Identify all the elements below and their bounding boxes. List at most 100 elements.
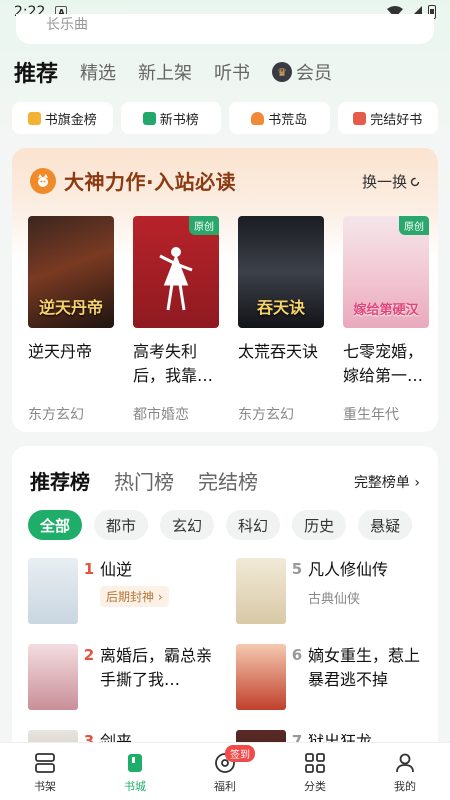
book-cover [28, 644, 78, 710]
chip-urban[interactable]: 都市 [94, 510, 149, 540]
book-title: 七零宠婚，嫁给第一… [343, 342, 424, 385]
promo-book[interactable]: 逆天丹帝 逆天丹帝 东方玄幻 [28, 216, 114, 424]
rank-title: 离婚后，霸总亲手撕了我… [100, 646, 213, 689]
promo-book[interactable]: 吞天诀 太荒吞天诀 东方玄幻 [238, 216, 324, 424]
quick-link-book-island[interactable]: 书荒岛 [229, 102, 330, 134]
rank-number: 1 [83, 560, 95, 578]
chip-all[interactable]: 全部 [28, 510, 83, 540]
cover-text: 逆天丹帝 [38, 298, 103, 317]
book-cover: 嫁给第硬汉 原创 [343, 216, 429, 328]
sign-in-badge[interactable]: 签到 [225, 745, 255, 762]
rank-item[interactable]: 6 嫡女重生，惹上暴君逃不掉 [236, 644, 428, 710]
quick-link-gold-rank[interactable]: 书旗金榜 [12, 102, 113, 134]
category-chips: 全部 都市 玄幻 科幻 历史 悬疑 [28, 510, 413, 540]
refresh-button[interactable]: 换一换 [362, 171, 420, 192]
refresh-icon [410, 177, 420, 186]
promo-card: 大神力作·入站必读 换一换 逆天丹帝 逆天丹帝 东方玄幻 原创 高考失利后，我靠… [12, 148, 438, 432]
chip-fantasy[interactable]: 玄幻 [160, 510, 215, 540]
nav-label: 我的 [394, 780, 416, 793]
book-title: 高考失利后，我靠… [133, 342, 214, 385]
book-genre: 重生年代 [343, 407, 399, 423]
tab-label: 会员 [296, 63, 333, 84]
tab-recommend[interactable]: 推荐 [14, 56, 58, 88]
finished-book-icon [353, 111, 367, 125]
bookshelf-icon [35, 753, 55, 773]
rank-item[interactable]: 1 仙逆 后期封神 › [28, 558, 220, 624]
promo-book[interactable]: 嫁给第硬汉 原创 七零宠婚，嫁给第一… 重生年代 [343, 216, 429, 424]
quick-link-label: 书荒岛 [268, 112, 308, 128]
tab-hot-rank[interactable]: 热门榜 [114, 466, 174, 495]
book-cover: 逆天丹帝 [28, 216, 114, 328]
rank-info: 仙逆 后期封神 › [100, 558, 216, 624]
cover-text: 吞天诀 [256, 298, 305, 317]
quick-link-label: 完结好书 [370, 112, 423, 128]
search-placeholder: 长乐曲 [46, 17, 88, 33]
vip-crown-icon: ♛ [272, 62, 293, 82]
book-cover [28, 558, 78, 624]
tab-audiobooks[interactable]: 听书 [214, 59, 250, 85]
promo-header: 大神力作·入站必读 [30, 166, 236, 195]
book-genre: 东方玄幻 [238, 407, 294, 423]
nav-label: 福利 [214, 780, 236, 793]
quick-link-label: 书旗金榜 [44, 112, 97, 128]
nav-welfare[interactable]: 签到 福利 [195, 745, 255, 794]
book-genre: 东方玄幻 [28, 407, 84, 423]
book-cover [236, 644, 286, 710]
rank-item[interactable]: 2 离婚后，霸总亲手撕了我… [28, 644, 220, 710]
nav-bookstore[interactable]: 书城 [105, 751, 165, 794]
rank-tabs: 推荐榜 热门榜 完结榜 [30, 466, 258, 495]
rank-item[interactable]: 5 凡人修仙传 古典仙侠 [236, 558, 428, 624]
dancer-figure-icon [159, 247, 193, 311]
promo-book-row: 逆天丹帝 逆天丹帝 东方玄幻 原创 高考失利后，我靠… 都市婚恋 吞天诀 太荒吞… [28, 216, 429, 424]
rank-number: 6 [291, 646, 303, 664]
rank-title: 仙逆 [100, 560, 133, 579]
nav-label: 分类 [304, 780, 326, 793]
book-title: 太荒吞天诀 [238, 342, 319, 361]
tab-label: 精选 [80, 63, 117, 84]
tab-finished-rank[interactable]: 完结榜 [198, 466, 258, 495]
nav-profile[interactable]: 我的 [375, 751, 435, 794]
rank-number: 5 [291, 560, 303, 578]
rank-info: 离婚后，霸总亲手撕了我… [100, 644, 216, 710]
chip-scifi[interactable]: 科幻 [226, 510, 281, 540]
refresh-label: 换一换 [361, 173, 407, 191]
tab-label: 新上架 [138, 63, 193, 84]
rank-info: 凡人修仙传 古典仙侠 [308, 558, 424, 624]
tab-label: 听书 [214, 63, 251, 84]
quick-link-finished[interactable]: 完结好书 [337, 102, 438, 134]
tab-new-arrivals[interactable]: 新上架 [138, 59, 192, 85]
rank-genre: 古典仙侠 [308, 592, 361, 607]
bottom-nav: 书架 书城 签到 福利 分类 我的 [0, 742, 450, 800]
tab-featured[interactable]: 精选 [80, 59, 116, 85]
book-cover: 吞天诀 [238, 216, 324, 328]
person-icon [396, 753, 414, 773]
chip-mystery[interactable]: 悬疑 [358, 510, 413, 540]
book-genre: 都市婚恋 [133, 407, 189, 423]
top-tabs: 推荐 精选 新上架 听书 ♛ 会员 [14, 56, 332, 88]
nav-category[interactable]: 分类 [285, 751, 345, 794]
quick-link-new-books[interactable]: 新书榜 [120, 102, 221, 134]
rank-info: 嫡女重生，惹上暴君逃不掉 [308, 644, 424, 710]
gold-medal-icon [27, 111, 41, 125]
island-icon [251, 111, 265, 125]
full-ranking-link[interactable]: 完整榜单 › [354, 472, 420, 492]
nav-bookshelf[interactable]: 书架 [15, 751, 75, 794]
quick-links: 书旗金榜 新书榜 书荒岛 完结好书 [12, 102, 438, 134]
rank-tag: 后期封神 › [100, 586, 169, 607]
nav-label: 书架 [34, 780, 56, 793]
chip-history[interactable]: 历史 [292, 510, 347, 540]
rank-title: 凡人修仙传 [308, 560, 389, 579]
promo-book[interactable]: 原创 高考失利后，我靠… 都市婚恋 [133, 216, 219, 424]
book-icon [142, 111, 156, 125]
bookstore-icon [128, 754, 142, 772]
book-cover [236, 558, 286, 624]
book-cover: 原创 [133, 216, 219, 328]
tab-recommend-rank[interactable]: 推荐榜 [30, 466, 90, 495]
rank-number: 2 [83, 646, 95, 664]
rank-title: 嫡女重生，惹上暴君逃不掉 [308, 646, 421, 689]
fox-logo-icon [30, 167, 56, 194]
search-input[interactable]: 长乐曲 [16, 14, 434, 44]
tab-vip[interactable]: ♛ 会员 [272, 59, 332, 85]
book-title: 逆天丹帝 [28, 342, 93, 361]
grid-icon [305, 753, 325, 773]
